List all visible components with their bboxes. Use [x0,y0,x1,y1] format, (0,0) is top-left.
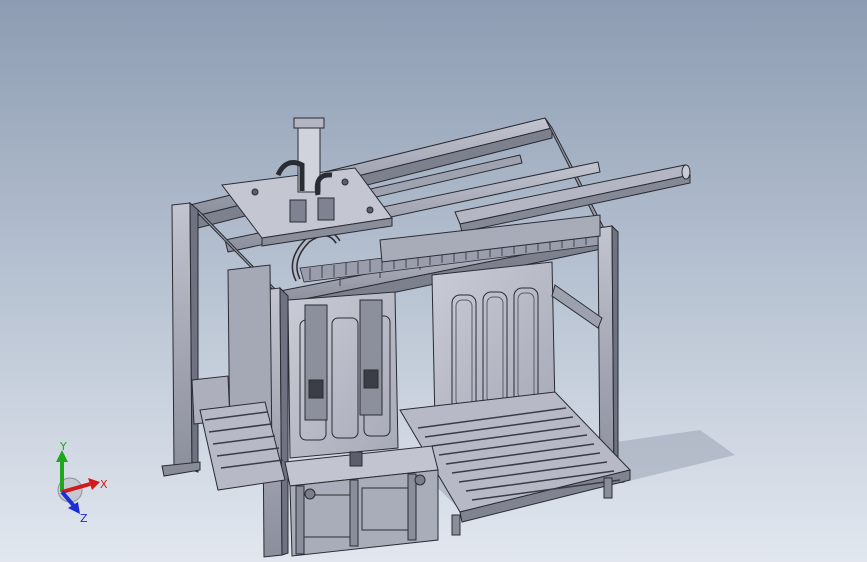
coordinate-triad: Y X Z [56,440,108,525]
y-axis-label: Y [59,440,67,453]
x-axis-label: X [100,478,108,491]
z-axis-label: Z [80,512,88,525]
diagonal-brace [551,284,603,329]
machine-model[interactable] [0,0,867,562]
cad-viewport[interactable]: Y X Z [0,0,867,562]
front-base-frame [284,445,439,557]
